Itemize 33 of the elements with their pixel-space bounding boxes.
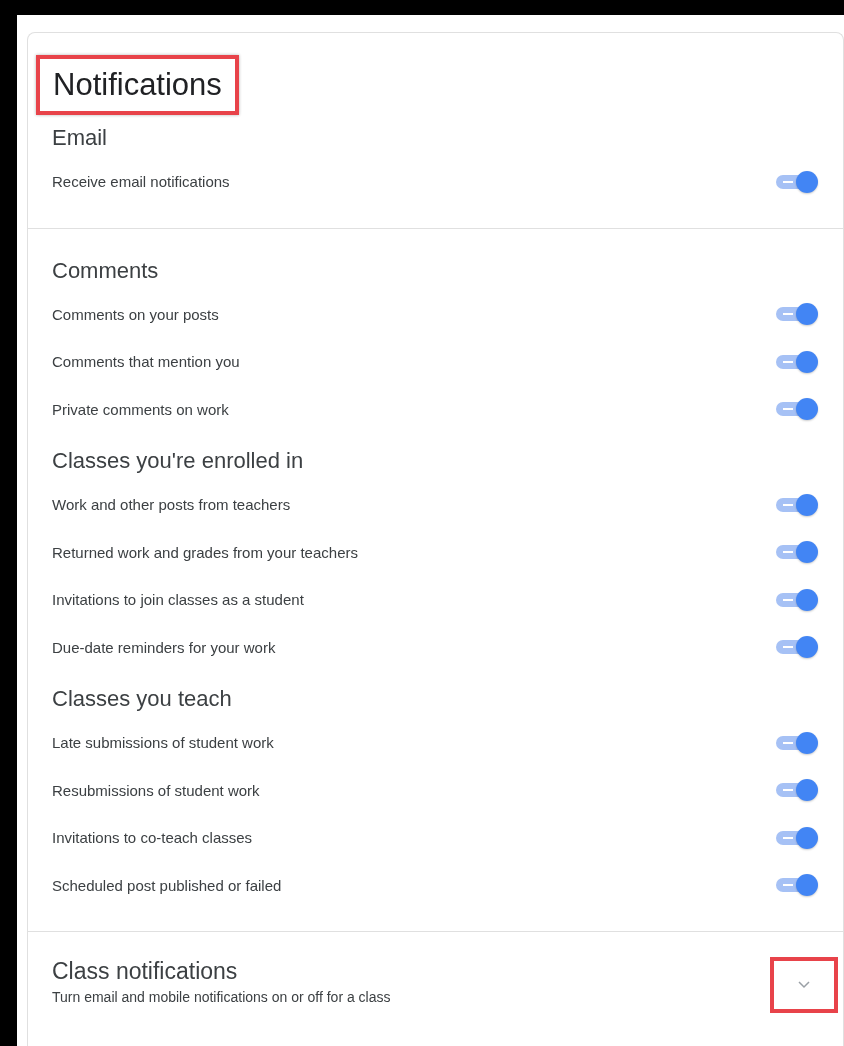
toggle-switch[interactable]	[776, 730, 818, 755]
setting-label: Work and other posts from teachers	[52, 496, 291, 514]
section-heading: Classes you teach	[52, 685, 233, 713]
toggle-switch[interactable]	[776, 540, 818, 565]
chevron-icon	[798, 981, 810, 989]
setting-label: Invitations to co-teach classes	[52, 829, 253, 847]
section-heading: Comments	[52, 256, 160, 285]
setting-label: Resubmissions of student work	[52, 781, 260, 799]
setting-label: Due-date reminders for your work	[52, 638, 276, 656]
section-heading: Email	[52, 124, 108, 152]
setting-label: Late submissions of student work	[52, 734, 274, 752]
expand-button[interactable]	[770, 957, 838, 1013]
setting-label: Returned work and grades from your teachers	[52, 543, 358, 561]
toggle-switch[interactable]	[776, 302, 818, 327]
toggle-switch[interactable]	[776, 873, 818, 898]
toggle-switch[interactable]	[776, 635, 818, 660]
setting-label: Private comments on work	[52, 400, 229, 418]
toggle-switch[interactable]	[776, 778, 818, 803]
toggle-switch[interactable]	[776, 349, 818, 374]
toggle-switch[interactable]	[776, 825, 818, 850]
setting-label: Invitations to join classes as a student	[52, 591, 304, 609]
toggle-switch[interactable]	[776, 169, 818, 194]
toggle-switch[interactable]	[776, 397, 818, 422]
setting-label: Scheduled post published or failed	[52, 876, 282, 894]
toggle-switch[interactable]	[776, 587, 818, 612]
section-heading: Classes you're enrolled in	[52, 447, 305, 475]
toggle-switch[interactable]	[776, 492, 818, 517]
setting-label: Comments that mention you	[52, 353, 240, 371]
page-title: Notifications	[36, 55, 239, 115]
setting-label: Comments on your posts	[52, 305, 219, 323]
section-description: Turn email and mobile notifications on or off for a class	[52, 989, 391, 1005]
setting-label: Receive email notifications	[52, 173, 230, 191]
section-heading: Class notifications	[52, 958, 239, 985]
